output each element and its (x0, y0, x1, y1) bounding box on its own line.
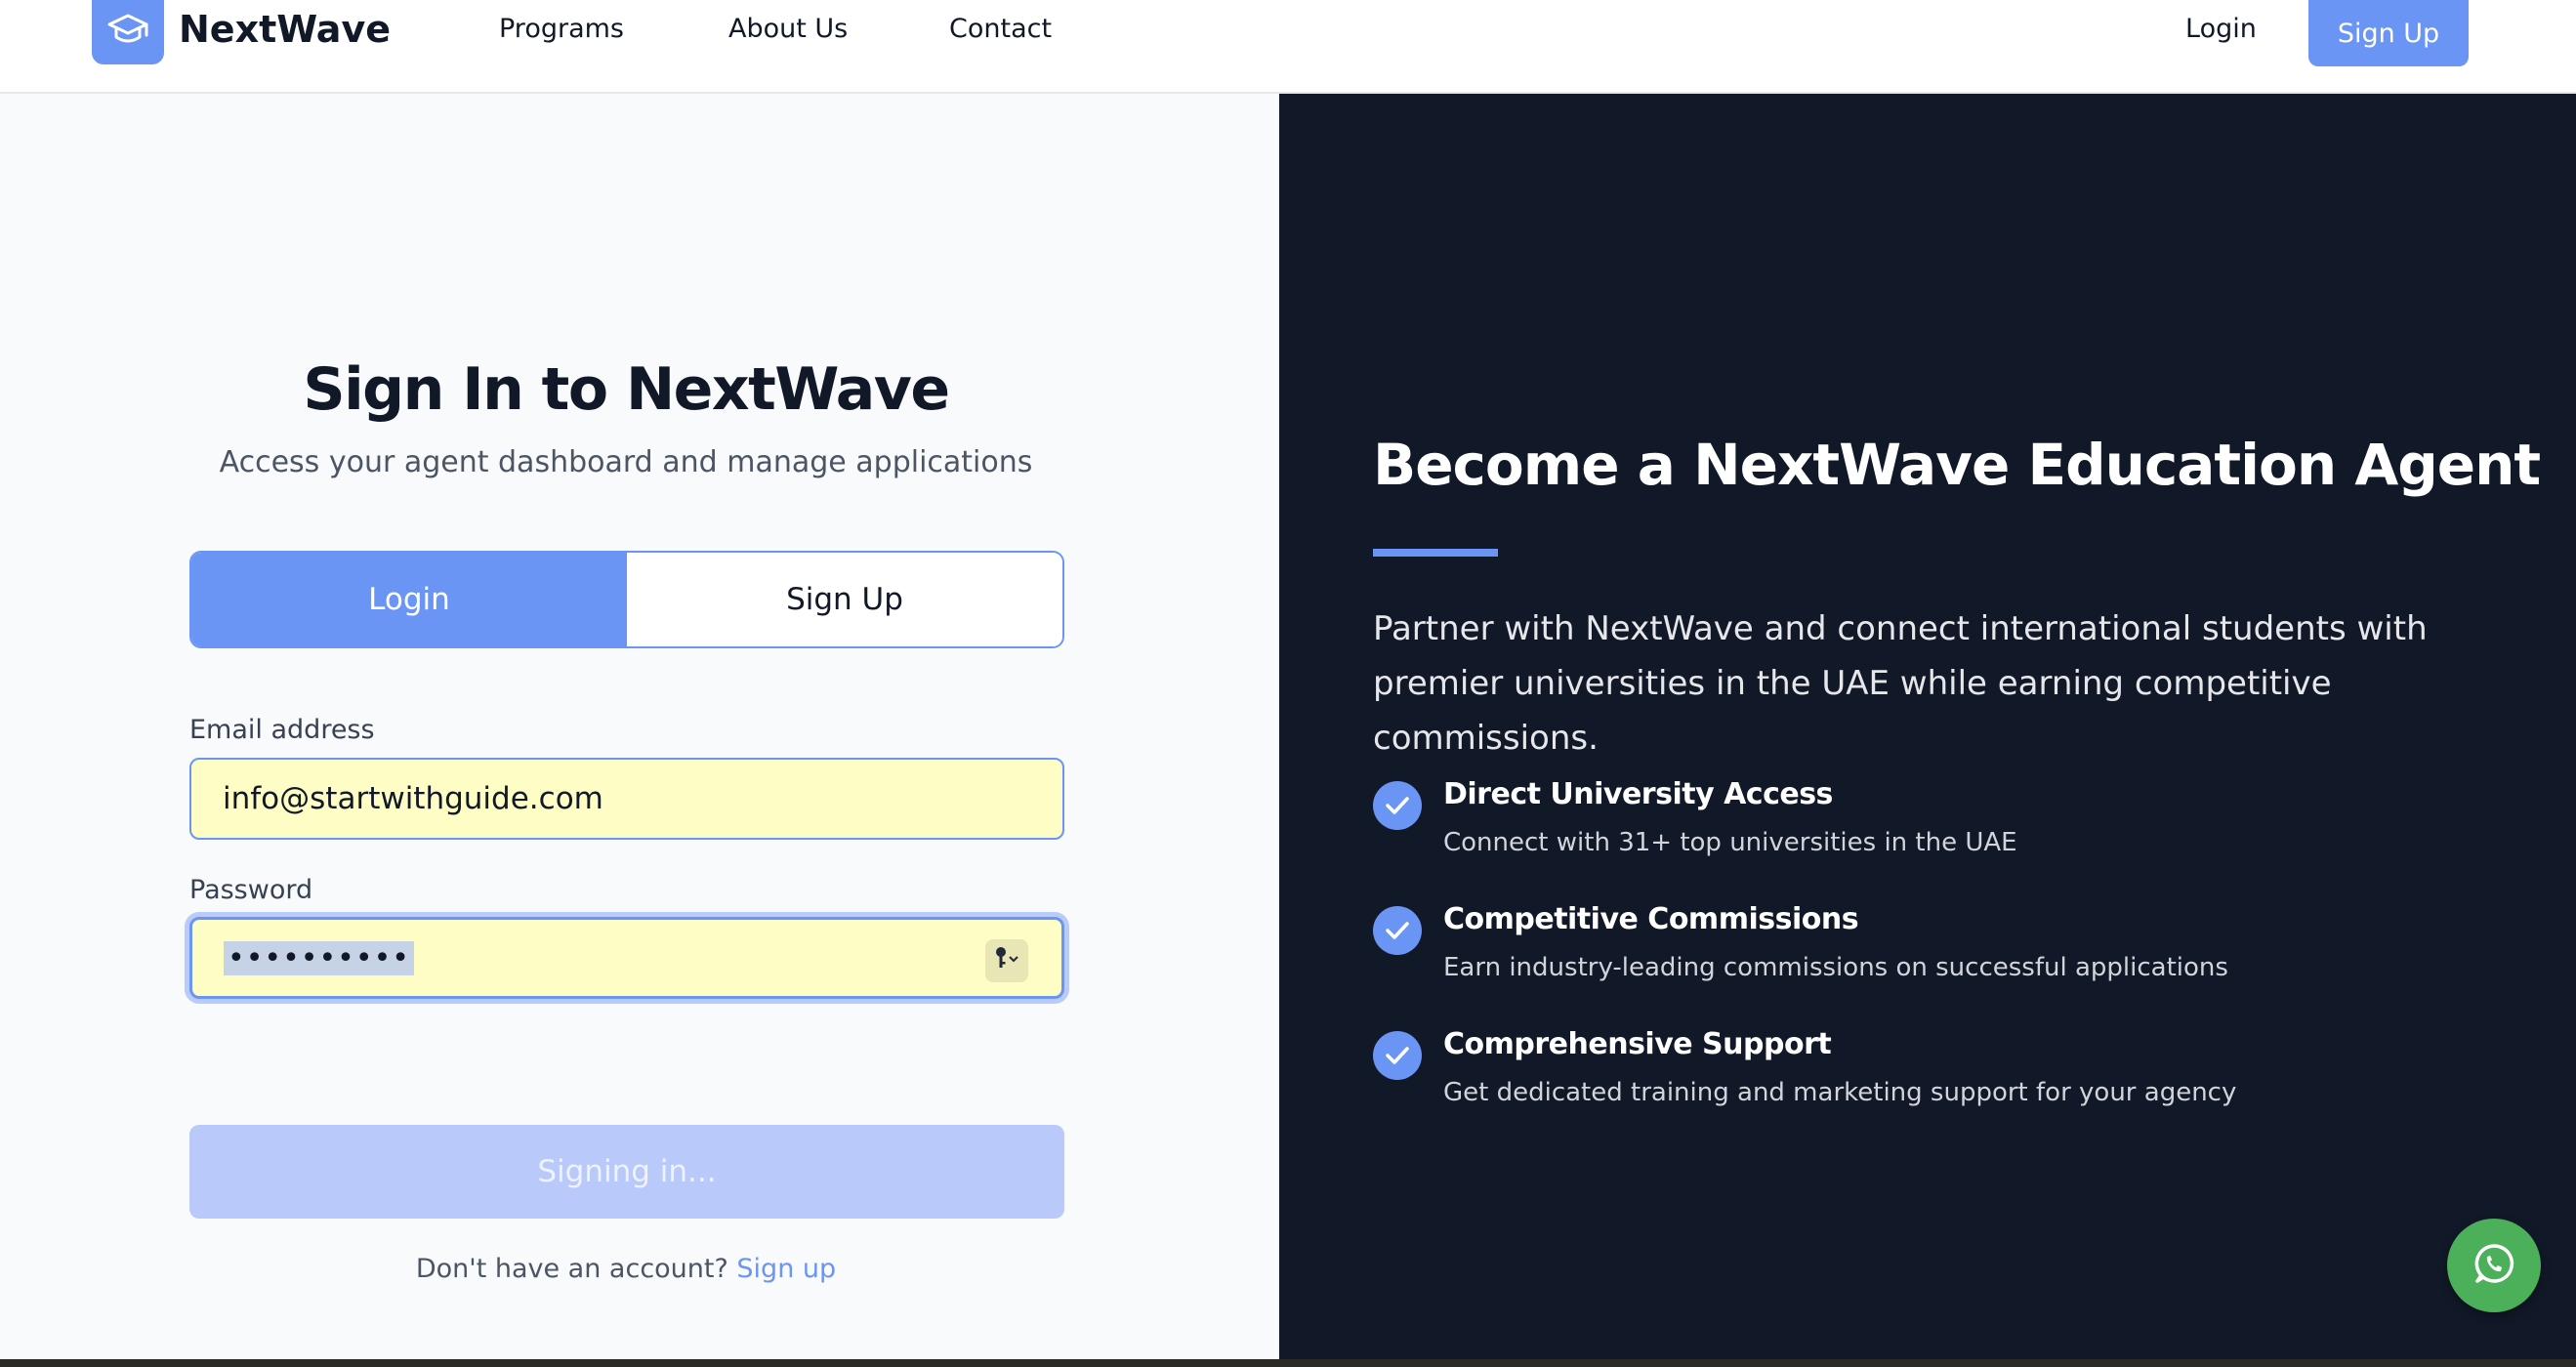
title-underline (1373, 549, 1498, 557)
nav-login-button[interactable]: Login (2185, 14, 2257, 44)
feature-description: Earn industry-leading commissions on suc… (1443, 953, 2228, 982)
nav-link-about-us[interactable]: About Us (728, 14, 848, 44)
password-value: •••••••••• (224, 940, 414, 975)
check-icon (1373, 906, 1422, 955)
feature-title: Competitive Commissions (1443, 902, 1859, 936)
promo-description: Partner with NextWave and connect intern… (1373, 609, 2428, 758)
bottom-strip (0, 1359, 2576, 1367)
tab-login[interactable]: Login (191, 553, 627, 646)
brand-name[interactable]: NextWave (179, 8, 391, 51)
tab-signup[interactable]: Sign Up (627, 553, 1062, 646)
check-icon (1373, 1031, 1422, 1080)
promo-panel: Become a NextWave Education Agent Partne… (1279, 94, 2576, 1359)
feature-title: Direct University Access (1443, 777, 1833, 811)
email-label: Email address (189, 715, 375, 745)
graduation-cap-icon (107, 14, 148, 51)
auth-tabs: Login Sign Up (189, 551, 1064, 648)
logo-badge[interactable] (92, 0, 164, 64)
password-field[interactable]: •••••••••• (189, 917, 1064, 999)
page-subtitle: Access your agent dashboard and manage a… (219, 445, 1033, 479)
whatsapp-chat-button[interactable] (2447, 1219, 2541, 1312)
password-manager-button[interactable] (985, 939, 1028, 982)
signup-prompt: Don't have an account? Sign up (0, 1254, 1252, 1284)
page-title: Sign In to NextWave (303, 355, 950, 424)
promo-title: Become a NextWave Education Agent (1373, 432, 2541, 498)
whatsapp-icon (2471, 1240, 2517, 1291)
email-field[interactable]: info@startwithguide.com (189, 758, 1064, 840)
feature-description: Get dedicated training and marketing sup… (1443, 1078, 2237, 1107)
check-icon (1373, 781, 1422, 830)
feature-title: Comprehensive Support (1443, 1027, 1832, 1061)
nav-link-contact[interactable]: Contact (949, 14, 1052, 44)
signup-link[interactable]: Sign up (736, 1254, 836, 1284)
signin-panel: Sign In to NextWave Access your agent da… (0, 94, 1279, 1359)
nav-signup-button[interactable]: Sign Up (2308, 0, 2469, 66)
password-label: Password (189, 875, 313, 905)
feature-description: Connect with 31+ top universities in the… (1443, 828, 2017, 857)
key-icon (993, 945, 1020, 976)
nav-link-programs[interactable]: Programs (499, 14, 624, 44)
signin-submit-button[interactable]: Signing in... (189, 1125, 1064, 1219)
top-navbar: NextWave Programs About Us Contact Login… (0, 0, 2576, 94)
email-value: info@startwithguide.com (223, 781, 603, 816)
signup-prompt-text: Don't have an account? (415, 1254, 728, 1284)
